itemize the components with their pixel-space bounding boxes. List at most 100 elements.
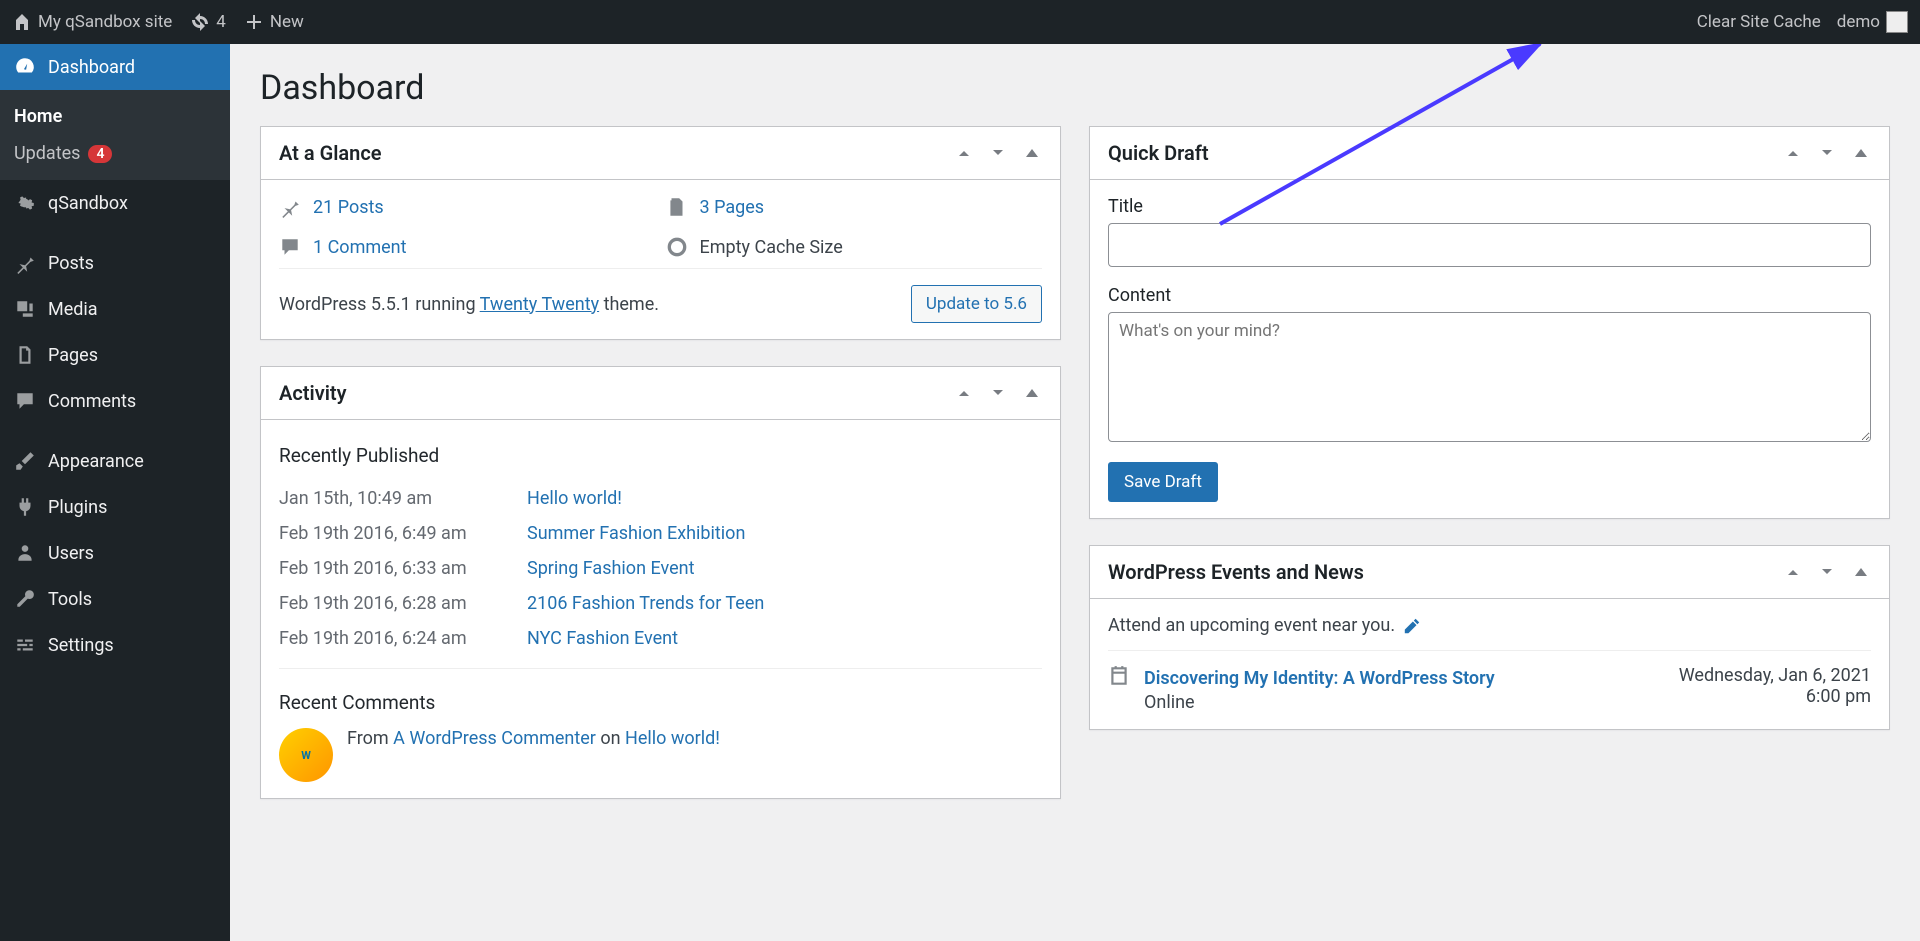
plug-icon: [14, 496, 36, 518]
widget-at-a-glance: At a Glance 21 Posts: [260, 126, 1061, 340]
title-label: Title: [1108, 196, 1871, 217]
comment-post-link[interactable]: Hello world!: [625, 728, 720, 749]
caret-up-icon[interactable]: [1851, 562, 1871, 582]
glance-pages[interactable]: 3 Pages: [666, 196, 1043, 218]
caret-up-icon[interactable]: [1022, 383, 1042, 403]
draft-content-textarea[interactable]: [1108, 312, 1871, 442]
post-link[interactable]: Hello world!: [527, 488, 622, 509]
activity-row: Feb 19th 2016, 6:49 amSummer Fashion Exh…: [279, 516, 1042, 551]
widget-activity: Activity Recently Published Jan 15th, 10…: [260, 366, 1061, 799]
new-label: New: [270, 12, 304, 32]
chevron-up-icon[interactable]: [954, 143, 974, 163]
menu-qsandbox[interactable]: qSandbox: [0, 180, 230, 226]
glance-comments[interactable]: 1 Comment: [279, 236, 656, 258]
activity-list: Jan 15th, 10:49 amHello world! Feb 19th …: [279, 481, 1042, 656]
comment-avatar-icon: W: [279, 728, 333, 782]
menu-tools[interactable]: Tools: [0, 576, 230, 622]
clear-cache-link[interactable]: Clear Site Cache: [1697, 12, 1821, 32]
avatar-icon: [1886, 11, 1908, 33]
activity-row: Feb 19th 2016, 6:24 amNYC Fashion Event: [279, 621, 1042, 656]
dashboard-icon: [14, 56, 36, 78]
widget-quick-draft: Quick Draft Title Content Save Draft: [1089, 126, 1890, 519]
submenu-updates[interactable]: Updates 4: [0, 135, 230, 172]
event-date: Wednesday, Jan 6, 2021: [1679, 665, 1871, 686]
activity-row: Jan 15th, 10:49 amHello world!: [279, 481, 1042, 516]
comment-icon: [279, 236, 301, 258]
admin-sidebar: Dashboard Home Updates 4 qSandbox Posts …: [0, 44, 230, 941]
home-icon: [12, 12, 32, 32]
post-link[interactable]: Spring Fashion Event: [527, 558, 694, 579]
chevron-down-icon[interactable]: [1817, 562, 1837, 582]
menu-comments[interactable]: Comments: [0, 378, 230, 424]
caret-up-icon[interactable]: [1022, 143, 1042, 163]
chevron-down-icon[interactable]: [1817, 143, 1837, 163]
chevron-up-icon[interactable]: [1783, 562, 1803, 582]
caret-up-icon[interactable]: [1851, 143, 1871, 163]
post-link[interactable]: 2106 Fashion Trends for Teen: [527, 593, 764, 614]
pin-icon: [279, 196, 301, 218]
update-button[interactable]: Update to 5.6: [911, 285, 1042, 323]
pin-icon: [14, 252, 36, 274]
widget-title: WordPress Events and News: [1108, 560, 1783, 584]
event-link[interactable]: Discovering My Identity: A WordPress Sto…: [1144, 665, 1665, 692]
content-label: Content: [1108, 285, 1871, 306]
save-draft-button[interactable]: Save Draft: [1108, 462, 1218, 502]
sliders-icon: [14, 634, 36, 656]
widget-events: WordPress Events and News Attend an upco…: [1089, 545, 1890, 730]
menu-plugins[interactable]: Plugins: [0, 484, 230, 530]
event-time: 6:00 pm: [1679, 686, 1871, 707]
activity-row: Feb 19th 2016, 6:33 amSpring Fashion Eve…: [279, 551, 1042, 586]
comment-item: W From A WordPress Commenter on Hello wo…: [279, 728, 1042, 782]
draft-title-input[interactable]: [1108, 223, 1871, 267]
menu-users[interactable]: Users: [0, 530, 230, 576]
submenu-home[interactable]: Home: [0, 98, 230, 135]
user-icon: [14, 542, 36, 564]
wp-version-text: WordPress 5.5.1 running Twenty Twenty th…: [279, 294, 659, 315]
pages-icon: [666, 196, 688, 218]
main-content: Dashboard At a Glance: [230, 44, 1920, 941]
post-link[interactable]: Summer Fashion Exhibition: [527, 523, 745, 544]
admin-toolbar: My qSandbox site 4 New Clear Site Cache …: [0, 0, 1920, 44]
chevron-down-icon[interactable]: [988, 383, 1008, 403]
recently-published-heading: Recently Published: [279, 444, 1042, 467]
post-link[interactable]: NYC Fashion Event: [527, 628, 678, 649]
chevron-down-icon[interactable]: [988, 143, 1008, 163]
chevron-up-icon[interactable]: [1783, 143, 1803, 163]
events-intro: Attend an upcoming event near you.: [1108, 615, 1871, 650]
dashboard-submenu: Home Updates 4: [0, 90, 230, 180]
pages-icon: [14, 344, 36, 366]
widget-title: Activity: [279, 381, 954, 405]
user-menu[interactable]: demo: [1837, 11, 1908, 33]
site-link[interactable]: My qSandbox site: [12, 12, 172, 32]
updates-badge: 4: [88, 145, 112, 163]
menu-dashboard[interactable]: Dashboard: [0, 44, 230, 90]
new-content-link[interactable]: New: [244, 12, 304, 32]
media-icon: [14, 298, 36, 320]
menu-media[interactable]: Media: [0, 286, 230, 332]
recent-comments-heading: Recent Comments: [279, 691, 1042, 714]
chevron-up-icon[interactable]: [954, 383, 974, 403]
refresh-icon: [190, 12, 210, 32]
comment-author-link[interactable]: A WordPress Commenter: [393, 728, 596, 749]
menu-posts[interactable]: Posts: [0, 240, 230, 286]
pencil-icon[interactable]: [1403, 617, 1421, 635]
updates-count: 4: [216, 12, 226, 32]
wrench-icon: [14, 588, 36, 610]
updates-link[interactable]: 4: [190, 12, 226, 32]
circle-icon: [666, 236, 688, 258]
gear-icon: [14, 192, 36, 214]
menu-pages[interactable]: Pages: [0, 332, 230, 378]
glance-posts[interactable]: 21 Posts: [279, 196, 656, 218]
menu-settings[interactable]: Settings: [0, 622, 230, 668]
glance-cache[interactable]: Empty Cache Size: [666, 236, 1043, 258]
calendar-icon: [1108, 665, 1130, 687]
widget-title: At a Glance: [279, 141, 954, 165]
plus-icon: [244, 12, 264, 32]
theme-link[interactable]: Twenty Twenty: [480, 294, 599, 315]
user-name: demo: [1837, 12, 1880, 32]
event-item: Discovering My Identity: A WordPress Sto…: [1108, 650, 1871, 713]
menu-appearance[interactable]: Appearance: [0, 438, 230, 484]
brush-icon: [14, 450, 36, 472]
event-location: Online: [1144, 692, 1195, 713]
site-name: My qSandbox site: [38, 12, 172, 32]
